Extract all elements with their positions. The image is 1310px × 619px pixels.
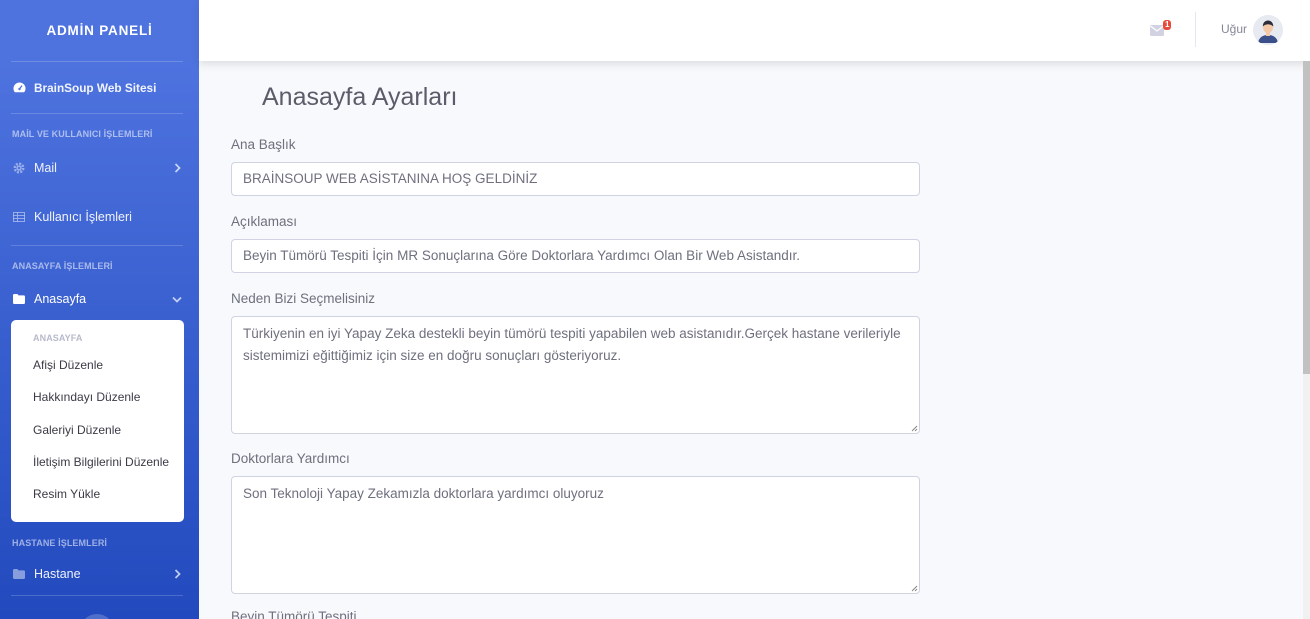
chevron-right-icon (172, 163, 182, 173)
user-avatar[interactable] (1253, 15, 1283, 45)
sidebar-item-users[interactable]: Kullanıcı İşlemleri (0, 189, 199, 245)
field-label-why-us: Neden Bizi Seçmelisiniz (231, 291, 376, 306)
resize-grip-icon[interactable] (910, 584, 918, 592)
scrollbar-thumb[interactable] (1303, 61, 1310, 374)
sidebar-brand[interactable]: ADMİN PANELİ (0, 0, 199, 61)
sidebar-heading-home: ANASAYFA İŞLEMLERİ (12, 261, 113, 271)
field-label-doctors: Doktorlara Yardımcı (231, 451, 350, 466)
chevron-right-icon (172, 569, 182, 579)
messages-count-badge: 1 (1163, 20, 1172, 30)
field-label-tumor-detection: Beyin Tümörü Tespiti (231, 609, 357, 619)
chevron-down-icon (172, 294, 182, 304)
sidebar-item-label: Kullanıcı İşlemleri (34, 210, 132, 224)
sidebar-heading-hospital: HASTANE İŞLEMLERİ (12, 538, 108, 548)
field-label-description: Açıklaması (231, 214, 298, 229)
sidebar-item-label: BrainSoup Web Sitesi (34, 80, 157, 95)
submenu-item-contact[interactable]: İletişim Bilgilerini Düzenle (11, 446, 184, 478)
topbar-divider (1195, 12, 1196, 47)
why-us-text: Türkiyenin en iyi Yapay Zeka destekli be… (243, 326, 901, 363)
folder-icon (12, 568, 26, 580)
sidebar-item-label: Hastane (34, 567, 81, 581)
folder-icon (12, 293, 26, 305)
sidebar-divider (11, 113, 183, 114)
resize-grip-icon[interactable] (910, 424, 918, 432)
sidebar-heading-mail: MAİL VE KULLANICI İŞLEMLERİ (12, 129, 153, 139)
sidebar-item-hospital[interactable]: Hastane (0, 556, 199, 592)
table-icon (12, 211, 26, 223)
submenu-heading: ANASAYFA (33, 333, 83, 343)
sidebar-divider (11, 245, 183, 246)
field-label-main-title: Ana Başlık (231, 137, 296, 152)
main-title-input[interactable]: BRAİNSOUP WEB ASİSTANINA HOŞ GELDİNİZ (231, 162, 920, 196)
page-title: Anasayfa Ayarları (262, 83, 458, 111)
sidebar-item-home[interactable]: Anasayfa (0, 279, 199, 319)
topbar: 1 Uğur (199, 0, 1310, 61)
messages-button[interactable]: 1 (1150, 20, 1174, 39)
doctors-textarea[interactable]: Son Teknoloji Yapay Zekamızla doktorlara… (231, 476, 920, 594)
why-us-textarea[interactable]: Türkiyenin en iyi Yapay Zeka destekli be… (231, 316, 920, 434)
sidebar-item-label: Mail (34, 161, 57, 175)
submenu-item-gallery[interactable]: Galeriyi Düzenle (11, 414, 184, 446)
sidebar: ADMİN PANELİ BrainSoup Web Sitesi MAİL V… (0, 0, 199, 619)
description-input[interactable]: Beyin Tümörü Tespiti İçin MR Sonuçlarına… (231, 239, 920, 273)
gear-icon (12, 162, 26, 174)
submenu-item-banner[interactable]: Afişi Düzenle (11, 349, 184, 381)
sidebar-item-label: Anasayfa (34, 292, 87, 306)
sidebar-divider (11, 595, 183, 596)
sidebar-item-mail[interactable]: Mail (0, 147, 199, 189)
submenu-item-about[interactable]: Hakkındayı Düzenle (11, 381, 184, 413)
doctors-text: Son Teknoloji Yapay Zekamızla doktorlara… (243, 486, 604, 501)
user-name[interactable]: Uğur (1221, 22, 1247, 36)
dashboard-icon (12, 82, 26, 94)
submenu-home: ANASAYFA Afişi Düzenle Hakkındayı Düzenl… (11, 320, 184, 522)
sidebar-lower: HASTANE İŞLEMLERİ Hastane (0, 530, 199, 596)
submenu-item-upload[interactable]: Resim Yükle (11, 478, 184, 510)
sidebar-item-site[interactable]: BrainSoup Web Sitesi (0, 62, 199, 113)
